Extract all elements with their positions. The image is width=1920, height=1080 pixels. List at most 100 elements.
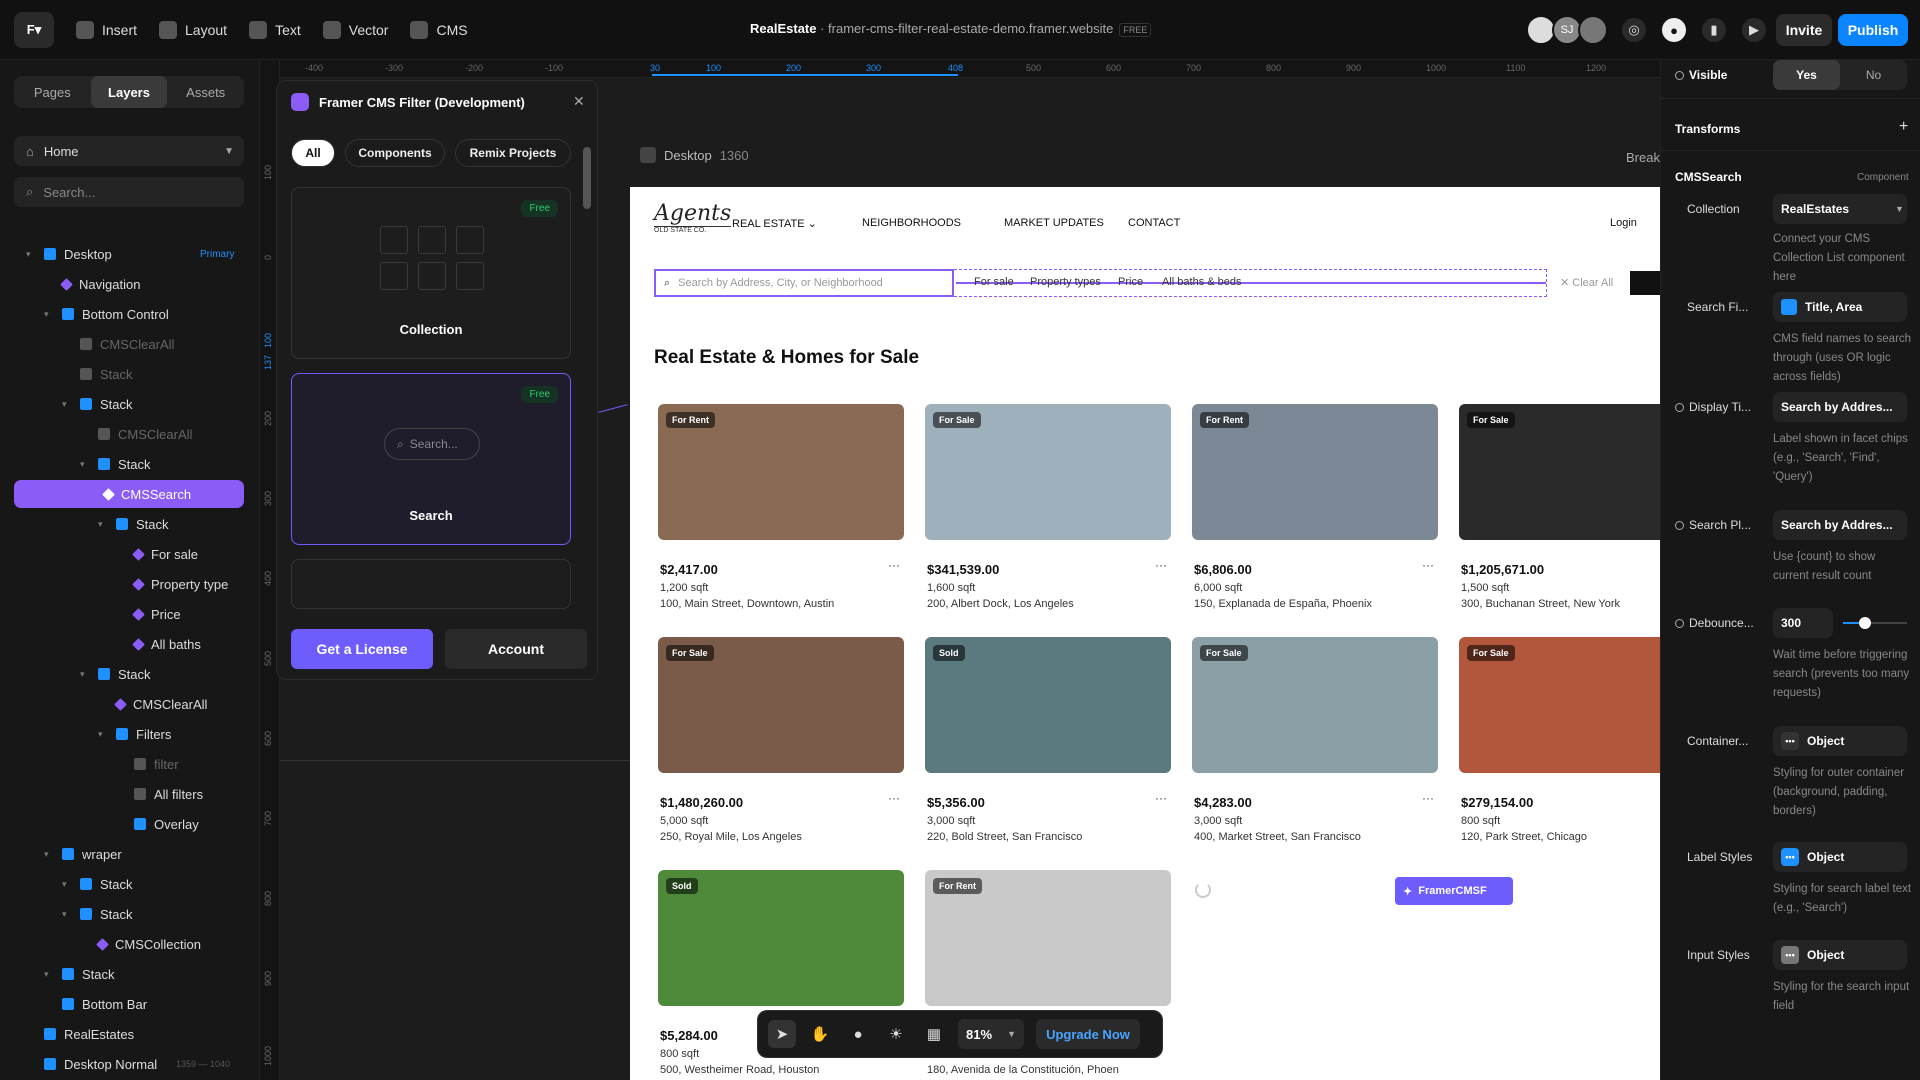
layer-row[interactable]: ▾ Stack [0, 870, 255, 898]
facet-for-sale[interactable]: For sale [974, 276, 1014, 288]
toggle-dot-icon[interactable] [1675, 521, 1684, 531]
layer-row[interactable]: filter [0, 750, 255, 778]
cursor-icon[interactable]: ➤ [768, 1020, 796, 1048]
globe-icon[interactable]: ◎ [1622, 18, 1646, 42]
layout-button[interactable]: Layout [159, 20, 227, 39]
listing-image[interactable]: For Sale [658, 637, 904, 773]
more-options-icon[interactable]: ··· [1422, 558, 1434, 572]
layer-row[interactable]: Price [0, 600, 255, 628]
page-selector[interactable]: ⌂ Home ▼ [14, 136, 244, 166]
label-styles-object[interactable]: ••• Object [1773, 842, 1907, 872]
zoom-select[interactable]: 81% ▼ [958, 1019, 1024, 1049]
more-options-icon[interactable]: ··· [1422, 791, 1434, 805]
login-link[interactable]: Login [1610, 217, 1637, 229]
cms-button[interactable]: CMS [410, 20, 468, 39]
layer-row[interactable]: ▾ Stack [0, 960, 255, 988]
search-input[interactable]: ⌕ Search by Address, City, or Neighborho… [654, 269, 954, 297]
layer-row[interactable]: ▾ wraper [0, 840, 255, 868]
layer-row[interactable]: Stack [0, 360, 255, 388]
facet-property-types[interactable]: Property types [1030, 276, 1101, 288]
grid-icon[interactable]: ▦ [920, 1020, 948, 1048]
nav-contact[interactable]: CONTACT [1128, 217, 1180, 229]
tab-assets[interactable]: Assets [167, 76, 244, 108]
tab-layers[interactable]: Layers [90, 76, 168, 108]
plugin-scrollbar[interactable] [583, 125, 591, 605]
listing-image[interactable]: For Rent [658, 404, 904, 540]
layer-row[interactable]: ▾ Stack [0, 450, 255, 478]
site-logo[interactable]: Agents OLD STATE CO. [654, 201, 732, 234]
layer-row[interactable]: All baths [0, 630, 255, 658]
tab-pages[interactable]: Pages [14, 76, 91, 108]
more-options-icon[interactable]: ··· [1155, 791, 1167, 805]
layer-row[interactable]: CMSClearAll [0, 420, 255, 448]
layer-row[interactable]: CMSSearch [14, 480, 244, 508]
get-license-button[interactable]: Get a License [291, 629, 433, 669]
site-title[interactable]: RealEstate · framer-cms-filter-real-esta… [750, 21, 1152, 37]
scrollbar-thumb[interactable] [583, 147, 591, 209]
comment-icon[interactable]: ● [844, 1020, 872, 1048]
chevron-icon[interactable]: ▾ [62, 879, 72, 890]
analytics-icon[interactable]: ▮ [1702, 18, 1726, 42]
chevron-icon[interactable]: ▾ [80, 459, 90, 470]
layer-row[interactable]: Navigation [0, 270, 255, 298]
publish-button[interactable]: Publish [1838, 14, 1908, 46]
more-options-icon[interactable]: ··· [888, 558, 900, 572]
chevron-icon[interactable]: ▾ [26, 249, 36, 260]
avatar[interactable] [1578, 15, 1608, 45]
listing-image[interactable]: For Sale [1192, 637, 1438, 773]
container-object[interactable]: ••• Object [1773, 726, 1907, 756]
listing-image[interactable]: For Sale [1459, 637, 1660, 773]
facet-baths-beds[interactable]: All baths & beds [1162, 276, 1242, 288]
layer-row[interactable]: ▾ Filters [0, 720, 255, 748]
chip-all[interactable]: All [291, 139, 335, 167]
chevron-icon[interactable]: ▾ [98, 729, 108, 740]
website-preview[interactable]: Agents OLD STATE CO. REAL ESTATE ⌄ NEIGH… [630, 187, 1660, 1080]
chevron-icon[interactable]: ▾ [44, 849, 54, 860]
layer-row[interactable]: ▾ Stack [0, 510, 255, 538]
filter-icon[interactable] [1630, 271, 1660, 295]
listing-image[interactable]: For Rent [1192, 404, 1438, 540]
layer-row[interactable]: Property type [0, 570, 255, 598]
visible-no[interactable]: No [1840, 60, 1907, 90]
more-options-icon[interactable]: ··· [1155, 558, 1167, 572]
layer-row[interactable]: ▾ Bottom Control [0, 300, 255, 328]
frame-label[interactable]: Desktop 1360 [640, 147, 749, 163]
upgrade-button[interactable]: Upgrade Now [1036, 1019, 1140, 1049]
close-icon[interactable]: ✕ [573, 93, 585, 110]
nav-market-updates[interactable]: MARKET UPDATES [1004, 217, 1104, 229]
framer-menu-button[interactable]: F▾ [14, 11, 54, 48]
layer-row[interactable]: ▾ Desktop Primary [0, 240, 255, 268]
layer-row[interactable]: Overlay [0, 810, 255, 838]
toggle-dot-icon[interactable] [1675, 403, 1684, 413]
more-options-icon[interactable]: ··· [888, 791, 900, 805]
chevron-icon[interactable]: ▾ [62, 399, 72, 410]
listing-image[interactable]: For Sale [925, 404, 1171, 540]
chip-components[interactable]: Components [345, 139, 445, 167]
debounce-input[interactable]: 300 [1773, 608, 1833, 638]
nav-real-estate[interactable]: REAL ESTATE ⌄ [732, 217, 817, 230]
collection-select[interactable]: RealEstates ▼ [1773, 194, 1907, 224]
search-fields-input[interactable]: Title, Area [1773, 292, 1907, 322]
layer-row[interactable]: ▾ Stack [0, 660, 255, 688]
chevron-icon[interactable]: ▾ [80, 669, 90, 680]
vector-button[interactable]: Vector [322, 20, 388, 39]
visible-yes[interactable]: Yes [1773, 60, 1840, 90]
listing-image[interactable]: For Rent [925, 870, 1171, 1006]
search-placeholder-input[interactable]: Search by Addres... [1773, 510, 1907, 540]
layer-row[interactable]: ▾ Stack [0, 390, 255, 418]
breakpoint-label[interactable]: Break [1626, 150, 1660, 165]
clear-all-button[interactable]: ✕ Clear All [1560, 276, 1613, 289]
hand-icon[interactable]: ✋ [806, 1020, 834, 1048]
listing-image[interactable]: For Sale [1459, 404, 1660, 540]
chip-remix-projects[interactable]: Remix Projects [455, 139, 571, 167]
input-styles-object[interactable]: ••• Object [1773, 940, 1907, 970]
layer-row[interactable]: CMSClearAll [0, 690, 255, 718]
play-icon[interactable]: ▶ [1742, 18, 1766, 42]
search-card[interactable]: Free ⌕ Search... Search [291, 373, 571, 545]
display-title-input[interactable]: Search by Addres... [1773, 392, 1907, 422]
layer-row[interactable]: Desktop Normal 1359 — 1040 [0, 1050, 255, 1078]
add-transform-icon[interactable]: + [1899, 118, 1908, 136]
layer-row[interactable]: For sale [0, 540, 255, 568]
invite-button[interactable]: Invite [1776, 14, 1832, 46]
text-button[interactable]: Text [249, 20, 301, 39]
